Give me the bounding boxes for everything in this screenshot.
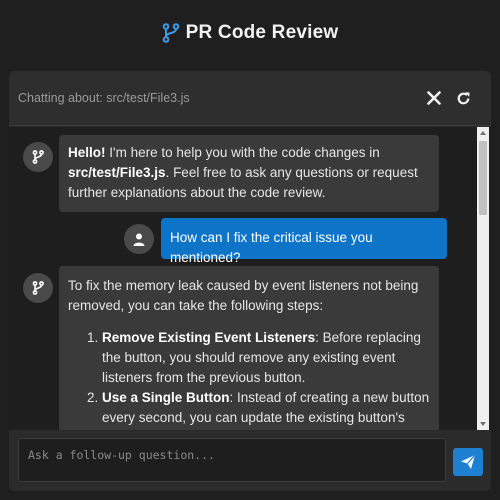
greeting-text: Hello! <box>68 145 106 160</box>
git-branch-icon <box>32 150 44 164</box>
page-title: PR Code Review <box>185 22 339 43</box>
close-button[interactable] <box>423 87 445 109</box>
user-message: How can I fix the critical issue you men… <box>161 218 447 265</box>
header-title-group: PR Code Review <box>162 22 339 44</box>
scrollbar-thumb[interactable] <box>479 141 487 215</box>
user-avatar <box>124 224 154 254</box>
assistant-message: Hello! I'm here to help you with the cod… <box>59 135 439 212</box>
assistant-avatar <box>23 142 53 172</box>
assistant-avatar <box>23 273 53 303</box>
message-text: I'm here to help you with the code chang… <box>105 145 380 160</box>
git-branch-icon <box>162 23 180 43</box>
user-icon <box>133 233 145 246</box>
steps-list: Remove Existing Event Listeners: Before … <box>68 328 430 428</box>
send-icon <box>461 454 476 469</box>
scrollbar[interactable] <box>477 127 489 430</box>
list-item: Use a Single Button: Instead of creating… <box>102 388 430 428</box>
chat-window: Chatting about: src/test/File3.js Hello!… <box>9 71 491 491</box>
message-text: To fix the memory leak caused by event l… <box>68 278 419 313</box>
scroll-down-arrow[interactable] <box>480 422 486 426</box>
git-branch-icon <box>32 281 44 295</box>
app-header: PR Code Review <box>0 0 500 66</box>
list-item: Remove Existing Event Listeners: Before … <box>102 328 430 388</box>
refresh-icon <box>457 91 470 104</box>
assistant-message: To fix the memory leak caused by event l… <box>59 266 439 430</box>
step-title: Remove Existing Event Listeners <box>102 330 316 345</box>
chat-toolbar: Chatting about: src/test/File3.js <box>9 71 491 126</box>
message-list[interactable]: Hello! I'm here to help you with the cod… <box>9 127 491 430</box>
scroll-up-arrow[interactable] <box>480 131 486 135</box>
file-name: src/test/File3.js <box>68 165 166 180</box>
step-title: Use a Single Button <box>102 390 230 405</box>
refresh-button[interactable] <box>452 87 474 109</box>
follow-up-input[interactable] <box>18 438 446 482</box>
composer <box>9 430 491 491</box>
message-text: How can I fix the critical issue you men… <box>170 230 373 265</box>
chat-context-label: Chatting about: src/test/File3.js <box>18 91 190 105</box>
send-button[interactable] <box>453 448 483 476</box>
close-icon <box>427 91 441 105</box>
